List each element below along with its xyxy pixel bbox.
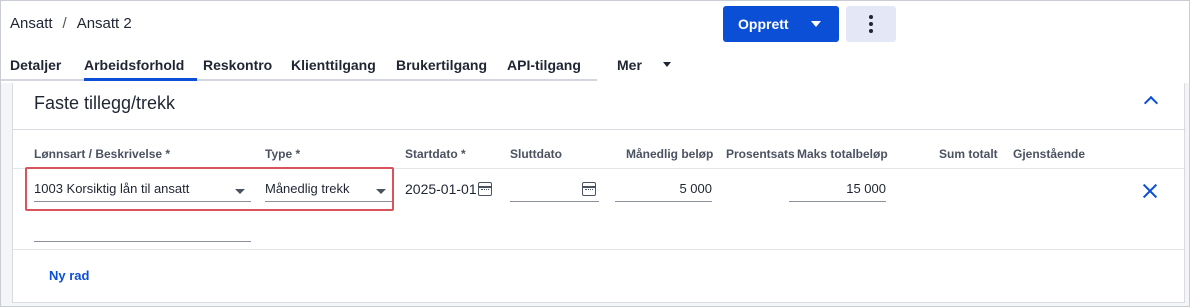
section-divider (13, 129, 1186, 130)
manedlig-belop-input[interactable]: 5 000 (615, 178, 712, 202)
tab-reskontro[interactable]: Reskontro (203, 49, 272, 81)
breadcrumb: Ansatt / Ansatt 2 (10, 15, 132, 32)
tab-brukertilgang[interactable]: Brukertilgang (396, 49, 487, 81)
more-vertical-icon (869, 15, 873, 19)
add-row-button[interactable]: Ny rad (49, 268, 89, 283)
section-faste-tillegg-trekk: Faste tillegg/trekk Lønnsart / Beskrivel… (12, 83, 1186, 303)
breadcrumb-item-current: Ansatt 2 (76, 15, 132, 32)
maks-totalbelop-input[interactable]: 15 000 (789, 178, 886, 202)
app-frame: Ansatt / Ansatt 2 Opprett Detaljer Arbeids… (0, 0, 1190, 307)
description-input[interactable] (34, 218, 251, 242)
section-title: Faste tillegg/trekk (34, 93, 176, 113)
sluttdato-input[interactable] (510, 178, 599, 202)
tab-api-tilgang[interactable]: API-tilgang (507, 49, 581, 81)
create-button[interactable]: Opprett (723, 6, 839, 42)
startdato-value: 2025-01-01 (405, 181, 477, 197)
tab-detaljer[interactable]: Detaljer (10, 49, 61, 81)
column-header-gjenstaende: Gjenstående (1013, 147, 1086, 161)
more-options-button[interactable] (846, 6, 896, 42)
highlight-box (25, 167, 394, 211)
more-vertical-icon-dot (869, 22, 873, 26)
column-header-maks-totalbelop: Maks totalbeløp (797, 147, 888, 161)
column-header-prosentsats: Prosentsats (726, 147, 795, 161)
startdato-input[interactable]: 2025-01-01 (405, 178, 494, 202)
column-header-manedlig-belop: Månedlig beløp (626, 147, 714, 161)
tab-klienttilgang[interactable]: Klienttilgang (291, 49, 376, 81)
tab-mer[interactable]: Mer (617, 49, 642, 81)
remove-row-icon[interactable] (1142, 183, 1158, 199)
row-divider (13, 249, 1186, 250)
more-vertical-icon-dot (869, 29, 873, 33)
breadcrumb-item-ansatt[interactable]: Ansatt (10, 15, 53, 32)
column-header-sum-totalt: Sum totalt (939, 147, 998, 161)
create-button-label: Opprett (738, 16, 789, 32)
manedlig-belop-value: 5 000 (679, 181, 712, 196)
chevron-down-icon[interactable] (663, 62, 671, 67)
chevron-up-icon[interactable] (1143, 95, 1159, 111)
column-header-startdato: Startdato * (405, 147, 466, 161)
column-header-lonnsart: Lønnsart / Beskrivelse * (34, 147, 171, 161)
calendar-icon[interactable] (582, 182, 596, 196)
calendar-icon[interactable] (478, 182, 492, 196)
breadcrumb-separator: / (62, 15, 67, 32)
maks-totalbelop-value: 15 000 (846, 181, 886, 196)
column-header-sluttdato: Sluttdato (510, 147, 562, 161)
top-bar: Ansatt / Ansatt 2 Opprett Detaljer Arbeids… (1, 1, 1189, 83)
column-header-type: Type * (265, 147, 301, 161)
tab-arbeidsforhold[interactable]: Arbeidsforhold (84, 49, 197, 81)
chevron-down-icon (811, 21, 821, 27)
